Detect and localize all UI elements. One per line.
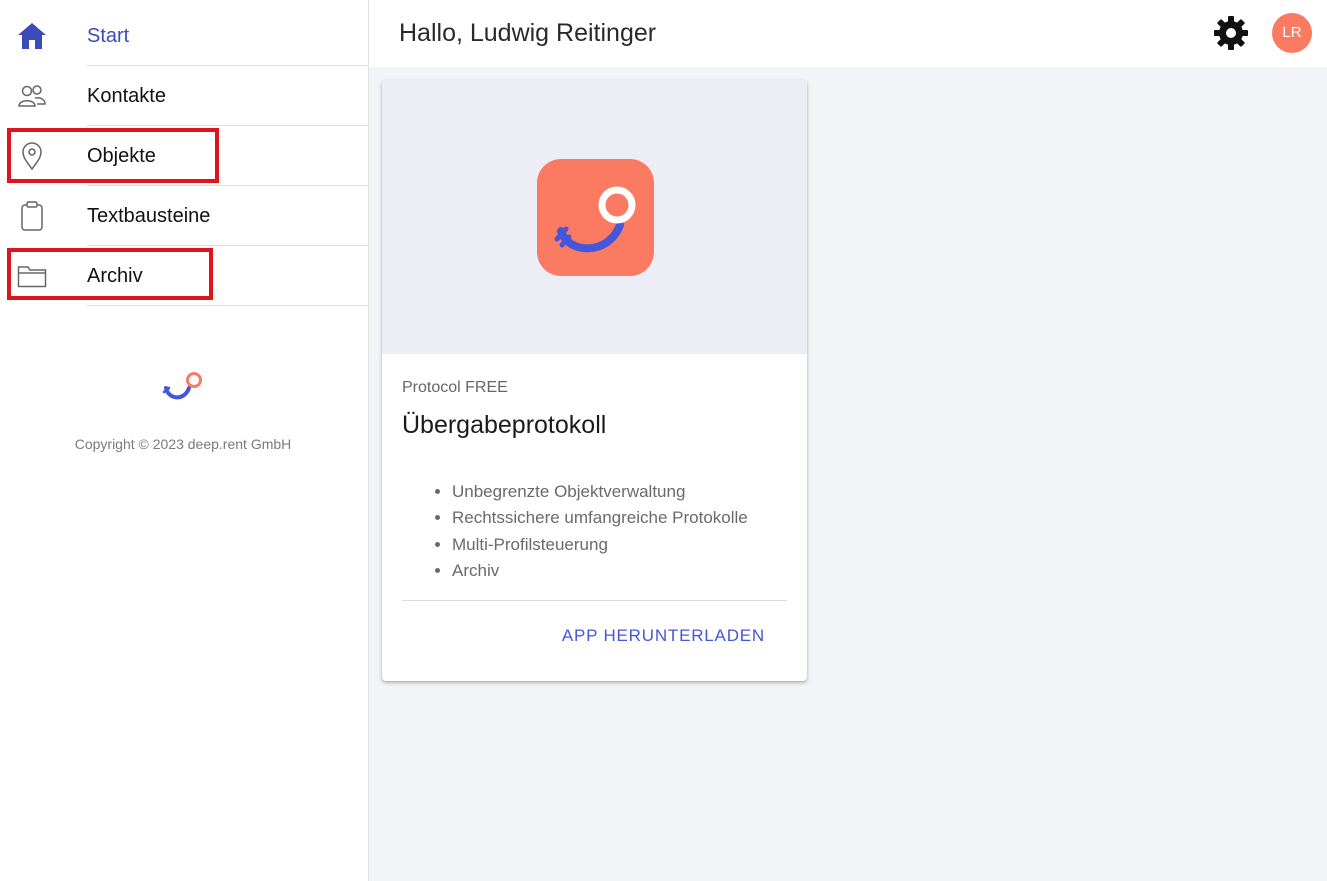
home-icon — [16, 21, 48, 51]
location-pin-icon — [16, 141, 48, 171]
clipboard-icon — [16, 201, 48, 231]
card-media — [382, 80, 807, 354]
contacts-icon — [16, 81, 48, 111]
list-item: Multi-Profilsteuerung — [452, 532, 748, 558]
brand-logo-icon — [160, 370, 206, 406]
sidebar-item-textbausteine[interactable]: Textbausteine — [0, 186, 369, 246]
sidebar-item-label: Start — [87, 25, 130, 47]
sidebar: Start Kontakte Objekte Textbausteine Arc… — [0, 0, 369, 881]
download-app-button[interactable]: APP HERUNTERLADEN — [562, 626, 765, 646]
sidebar-item-label: Textbausteine — [87, 205, 211, 227]
list-item: Archiv — [452, 558, 748, 584]
sidebar-item-label: Archiv — [87, 265, 143, 287]
avatar[interactable]: LR — [1272, 13, 1312, 53]
list-item: Rechtssichere umfangreiche Protokolle — [452, 505, 748, 531]
list-item: Unbegrenzte Objektverwaltung — [452, 479, 748, 505]
product-card: Protocol FREE Übergabeprotokoll Unbegren… — [382, 80, 807, 681]
sidebar-item-archiv[interactable]: Archiv — [0, 246, 369, 306]
copyright-text: Copyright © 2023 deep.rent GmbH — [74, 436, 292, 452]
card-subtitle: Protocol FREE — [402, 379, 508, 396]
divider — [87, 305, 369, 306]
folder-icon — [16, 261, 48, 291]
divider — [402, 600, 787, 601]
sidebar-item-label: Objekte — [87, 145, 156, 167]
sidebar-item-start[interactable]: Start — [0, 6, 369, 66]
card-title: Übergabeprotokoll — [402, 411, 607, 439]
sidebar-item-label: Kontakte — [87, 85, 166, 107]
gear-icon[interactable] — [1212, 14, 1250, 52]
page-title: Hallo, Ludwig Reitinger — [399, 19, 657, 47]
feature-list: Unbegrenzte Objektverwaltung Rechtssiche… — [452, 479, 748, 584]
top-bar: Hallo, Ludwig Reitinger LR — [369, 0, 1327, 67]
app-logo-icon — [537, 159, 654, 276]
sidebar-item-kontakte[interactable]: Kontakte — [0, 66, 369, 126]
sidebar-item-objekte[interactable]: Objekte — [0, 126, 369, 186]
